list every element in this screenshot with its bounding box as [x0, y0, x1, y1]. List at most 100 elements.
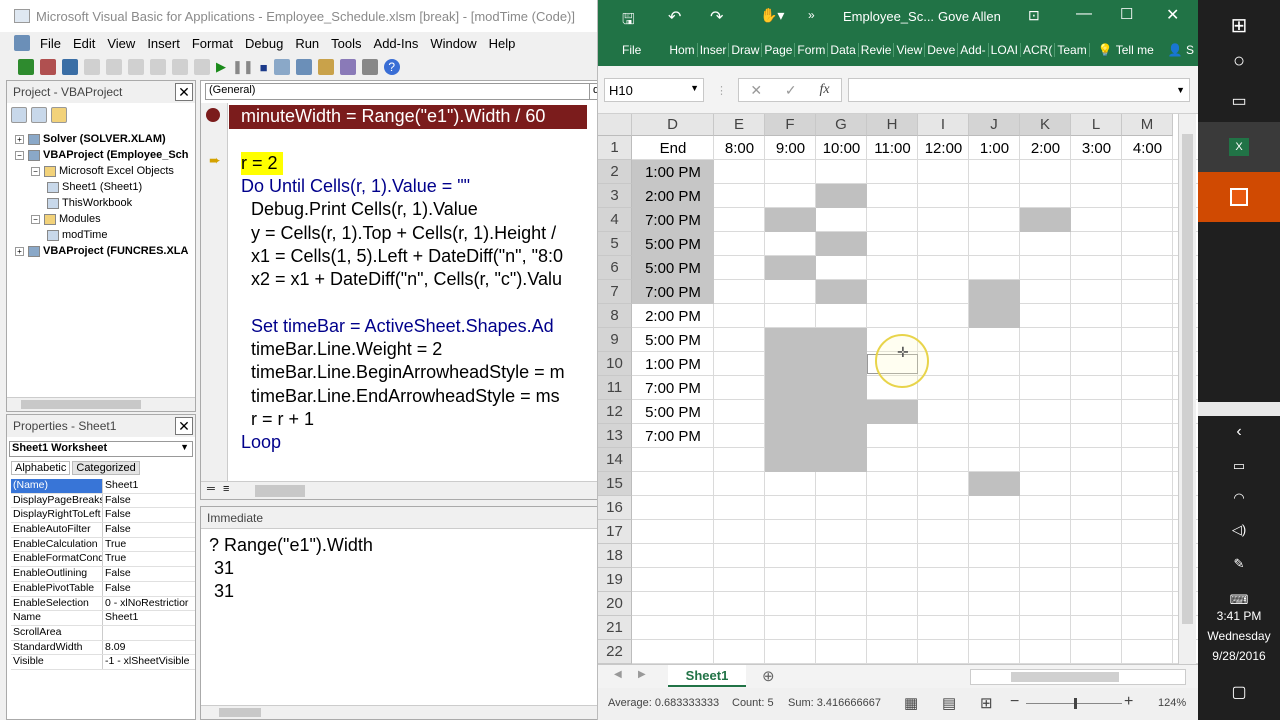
normal-view-icon[interactable]: ▦ — [904, 694, 918, 712]
time-bar-cell[interactable] — [765, 400, 918, 424]
time-bar-cell[interactable] — [765, 376, 867, 400]
time-bar-cell[interactable] — [969, 280, 1020, 304]
menu-insert[interactable]: Insert — [141, 36, 186, 51]
immediate-window[interactable]: Immediate ? Range("e1").Width 31 31 — [200, 506, 597, 720]
immediate-hscroll[interactable] — [201, 705, 597, 719]
expand-icon[interactable]: − — [31, 214, 40, 224]
ribbon-tab[interactable]: Page — [762, 43, 796, 57]
menu-edit[interactable]: Edit — [67, 36, 101, 51]
header-cell[interactable]: 1:00 — [969, 136, 1020, 160]
menu-addins[interactable]: Add-Ins — [368, 36, 425, 51]
reset-icon[interactable]: ■ — [260, 60, 268, 75]
tab-categorized[interactable]: Categorized — [72, 461, 140, 475]
property-row[interactable]: EnablePivotTable False — [11, 581, 195, 597]
help-icon[interactable]: ? — [383, 59, 400, 75]
header-cell[interactable]: 4:00 — [1122, 136, 1173, 160]
procedure-view-icon[interactable]: ═ — [207, 483, 215, 495]
view-object-icon[interactable] — [31, 107, 47, 123]
time-bar-cell[interactable] — [765, 208, 816, 232]
expand-icon[interactable]: − — [15, 150, 24, 160]
header-cell[interactable]: 3:00 — [1071, 136, 1122, 160]
project-hscroll[interactable] — [7, 397, 195, 411]
close-icon[interactable]: ✕ — [1166, 5, 1179, 25]
sheet-tab-sheet1[interactable]: Sheet1 — [668, 665, 746, 687]
procedure-combo[interactable]: d — [589, 83, 597, 100]
enter-icon[interactable]: ✓ — [785, 82, 797, 99]
row-header-21[interactable]: 21 — [598, 616, 632, 640]
row-header-8[interactable]: 8 — [598, 304, 632, 328]
column-header-i[interactable]: I — [918, 114, 969, 136]
next-sheet-icon[interactable]: ▶ — [638, 669, 646, 680]
row-header-20[interactable]: 20 — [598, 592, 632, 616]
formula-input[interactable]: ▼ — [848, 78, 1190, 102]
select-all-corner[interactable] — [598, 114, 632, 136]
property-value[interactable]: False — [103, 567, 195, 581]
ribbon-tab[interactable]: Form — [795, 43, 829, 57]
property-row[interactable]: EnableOutlining False — [11, 567, 195, 582]
view-excel-icon[interactable] — [18, 59, 34, 75]
header-cell[interactable]: 10:00 — [816, 136, 867, 160]
property-value[interactable]: False — [103, 494, 195, 508]
menu-format[interactable]: Format — [186, 36, 239, 51]
end-time-cell[interactable]: 1:00 PM — [632, 160, 714, 184]
column-header-j[interactable]: J — [969, 114, 1020, 136]
end-time-cell[interactable]: 5:00 PM — [632, 400, 714, 424]
save-icon[interactable] — [62, 59, 78, 75]
tree-node[interactable]: − Microsoft Excel Objects — [7, 163, 195, 179]
property-value[interactable]: False — [103, 523, 195, 537]
time-bar-cell[interactable] — [765, 352, 867, 376]
time-bar-cell[interactable] — [816, 280, 867, 304]
row-header-12[interactable]: 12 — [598, 400, 632, 424]
time-bar-cell[interactable] — [765, 328, 867, 352]
ribbon-tab[interactable]: Team — [1055, 43, 1090, 57]
cancel-icon[interactable]: ✕ — [750, 82, 762, 99]
close-project-explorer-button[interactable]: ✕ — [175, 83, 193, 101]
end-time-cell[interactable]: 2:00 PM — [632, 184, 714, 208]
row-header-22[interactable]: 22 — [598, 640, 632, 664]
ribbon-tab[interactable]: View — [894, 43, 926, 57]
column-header-e[interactable]: E — [714, 114, 765, 136]
horizontal-scroll-thumb[interactable] — [1011, 672, 1119, 682]
row-header-10[interactable]: 10 — [598, 352, 632, 376]
time-bar-cell[interactable] — [765, 424, 867, 448]
column-header-l[interactable]: L — [1071, 114, 1122, 136]
property-value[interactable]: Sheet1 — [103, 611, 195, 625]
toolbox-icon[interactable] — [361, 59, 378, 75]
header-cell[interactable]: 9:00 — [765, 136, 816, 160]
pen-icon[interactable]: ✎ — [1198, 544, 1280, 584]
column-header-f[interactable]: F — [765, 114, 816, 136]
paste-icon[interactable] — [128, 59, 144, 75]
more-commands-icon[interactable]: » — [808, 8, 815, 22]
column-header-d[interactable]: D — [632, 114, 714, 136]
tree-node[interactable]: + VBAProject (FUNCRES.XLA — [7, 243, 195, 259]
property-row[interactable]: ScrollArea — [11, 625, 195, 641]
clock[interactable]: 3:41 PM Wednesday 9/28/2016 — [1198, 606, 1280, 666]
project-explorer-icon[interactable] — [295, 59, 312, 75]
worksheet-grid[interactable]: D E F G H I J K L M 1 2 3 4 5 6 7 8 9 10 11 12 13 14 15 16 17 18 19 2… — [598, 114, 1198, 664]
column-header-k[interactable]: K — [1020, 114, 1071, 136]
property-value[interactable]: 0 - xlNoRestrictior — [103, 597, 195, 611]
property-row[interactable]: EnableAutoFilter False — [11, 523, 195, 538]
redo-icon[interactable]: ↷ — [710, 7, 723, 27]
file-tab[interactable]: File — [598, 43, 667, 57]
user-name[interactable]: Gove Allen — [938, 9, 1001, 24]
property-value[interactable]: True — [103, 538, 195, 552]
time-bar-cell[interactable] — [765, 256, 816, 280]
breakpoint-icon[interactable] — [206, 108, 220, 122]
property-value[interactable]: False — [103, 582, 195, 596]
ribbon-tab[interactable]: LOAI — [989, 43, 1021, 57]
break-icon[interactable]: ❚❚ — [232, 59, 254, 75]
design-mode-icon[interactable] — [273, 59, 290, 75]
row-header-5[interactable]: 5 — [598, 232, 632, 256]
end-time-cell[interactable]: 7:00 PM — [632, 376, 714, 400]
menu-help[interactable]: Help — [483, 36, 522, 51]
toggle-folders-icon[interactable] — [51, 107, 67, 123]
office-taskbar-button[interactable] — [1198, 172, 1280, 222]
header-cell[interactable]: 8:00 — [714, 136, 765, 160]
prev-sheet-icon[interactable]: ◀ — [614, 669, 622, 680]
tree-node[interactable]: modTime — [7, 227, 195, 243]
end-time-cell[interactable]: 5:00 PM — [632, 232, 714, 256]
tab-alphabetic[interactable]: Alphabetic — [11, 461, 71, 475]
name-box[interactable]: H10 ▼ — [604, 78, 704, 102]
new-sheet-icon[interactable]: ⊕ — [762, 667, 775, 685]
